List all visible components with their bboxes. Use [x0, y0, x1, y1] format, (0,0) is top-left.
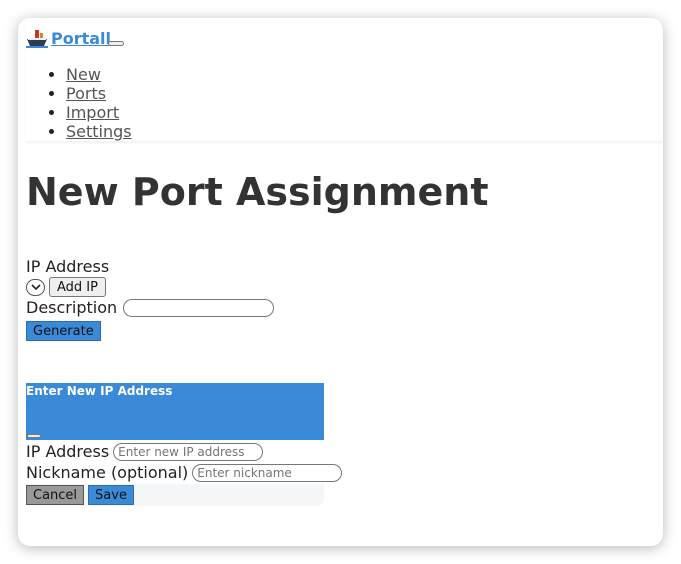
- nav-link-settings[interactable]: Settings: [66, 122, 132, 141]
- new-ip-input[interactable]: [113, 443, 264, 461]
- description-row: Description: [26, 298, 275, 317]
- brand-link[interactable]: Portall: [26, 28, 111, 48]
- modal-footer: Cancel Save: [26, 484, 324, 506]
- page-content: Portall New Ports Import Settings New Po…: [26, 18, 663, 546]
- nav-item-settings: Settings: [66, 122, 132, 141]
- description-input[interactable]: [123, 299, 275, 317]
- chevron-down-icon: [30, 283, 41, 290]
- modal-nickname-row: Nickname (optional): [26, 463, 343, 482]
- nav-link-import[interactable]: Import: [66, 103, 119, 122]
- nav-link-new[interactable]: New: [66, 65, 101, 84]
- new-ip-modal: Enter New IP Address IP Address Nickname…: [26, 383, 343, 506]
- brand-label: Portall: [51, 28, 112, 48]
- generate-button[interactable]: Generate: [26, 321, 101, 341]
- modal-header: Enter New IP Address: [26, 383, 324, 440]
- modal-nickname-label: Nickname (optional): [26, 463, 189, 482]
- browser-window: Portall New Ports Import Settings New Po…: [18, 18, 663, 546]
- modal-close-button[interactable]: [27, 434, 41, 438]
- page-title: New Port Assignment: [26, 170, 489, 214]
- add-ip-button[interactable]: Add IP: [49, 277, 106, 297]
- save-button[interactable]: Save: [88, 485, 134, 505]
- nav-link-ports[interactable]: Ports: [66, 84, 106, 103]
- modal-ip-row: IP Address: [26, 442, 264, 461]
- navbar-toggle-button[interactable]: [108, 41, 124, 46]
- ip-label-row: IP Address: [26, 258, 109, 276]
- modal-title: Enter New IP Address: [26, 384, 173, 398]
- nav-list: New Ports Import Settings: [26, 65, 132, 141]
- ip-select[interactable]: [26, 278, 45, 296]
- nav-item-new: New: [66, 65, 132, 84]
- nav-item-ports: Ports: [66, 84, 132, 103]
- nav-item-import: Import: [66, 103, 132, 122]
- description-label: Description: [26, 298, 118, 317]
- cancel-button[interactable]: Cancel: [26, 485, 85, 505]
- generate-row: Generate: [26, 321, 101, 341]
- ip-select-row: Add IP: [26, 277, 106, 297]
- nickname-input[interactable]: [192, 464, 343, 482]
- ship-icon: [26, 28, 48, 48]
- navbar: Portall New Ports Import Settings: [26, 18, 663, 141]
- ip-address-label: IP Address: [26, 257, 110, 276]
- modal-ip-label: IP Address: [26, 442, 110, 461]
